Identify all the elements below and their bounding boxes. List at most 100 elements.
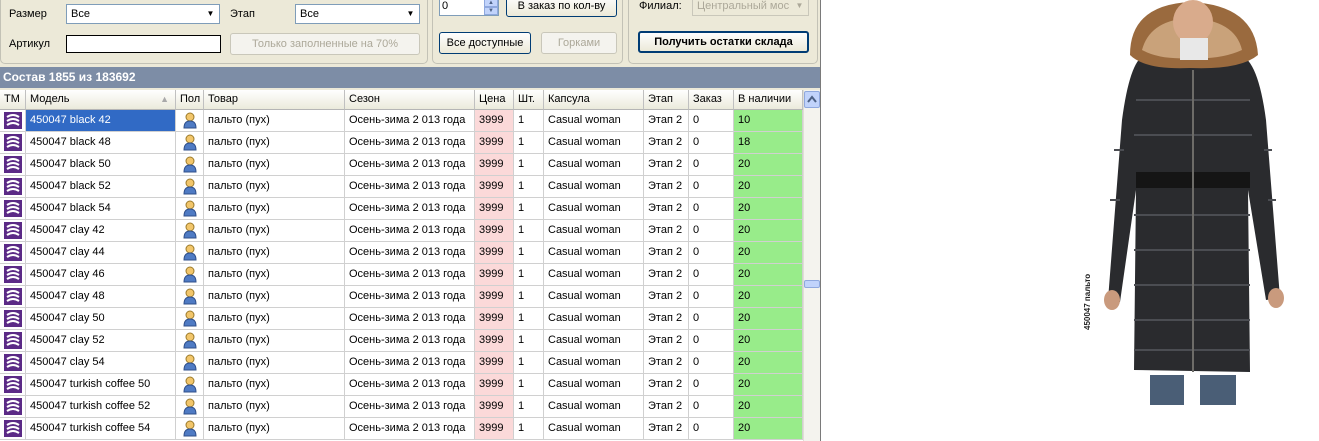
table-row[interactable]: 450047 clay 46 пальто (пух) Осень-зима 2 0… bbox=[0, 264, 803, 286]
table-row[interactable]: 450047 clay 50 пальто (пух) Осень-зима 2 0… bbox=[0, 308, 803, 330]
cell-model[interactable]: 450047 black 54 bbox=[26, 198, 176, 220]
cell-capsule[interactable]: Casual woman bbox=[544, 154, 644, 176]
cell-season[interactable]: Осень-зима 2 013 года bbox=[345, 286, 475, 308]
column-header-model[interactable]: Модель ▲ bbox=[26, 90, 176, 110]
cell-gender[interactable] bbox=[176, 374, 204, 396]
cell-stock[interactable]: 20 bbox=[734, 286, 803, 308]
cell-tm[interactable] bbox=[0, 154, 26, 176]
cell-season[interactable]: Осень-зима 2 013 года bbox=[345, 308, 475, 330]
cell-stage[interactable]: Этап 2 bbox=[644, 220, 689, 242]
cell-model[interactable]: 450047 clay 52 bbox=[26, 330, 176, 352]
cell-qty[interactable]: 1 bbox=[514, 110, 544, 132]
cell-stage[interactable]: Этап 2 bbox=[644, 132, 689, 154]
cell-qty[interactable]: 1 bbox=[514, 198, 544, 220]
cell-capsule[interactable]: Casual woman bbox=[544, 110, 644, 132]
cell-qty[interactable]: 1 bbox=[514, 264, 544, 286]
cell-stage[interactable]: Этап 2 bbox=[644, 110, 689, 132]
cell-tm[interactable] bbox=[0, 176, 26, 198]
column-header-stage[interactable]: Этап bbox=[644, 90, 689, 110]
cell-stock[interactable]: 20 bbox=[734, 220, 803, 242]
cell-price[interactable]: 3999 bbox=[475, 330, 514, 352]
cell-tm[interactable] bbox=[0, 418, 26, 440]
cell-capsule[interactable]: Casual woman bbox=[544, 374, 644, 396]
cell-stage[interactable]: Этап 2 bbox=[644, 396, 689, 418]
cell-product[interactable]: пальто (пух) bbox=[204, 132, 345, 154]
table-row[interactable]: 450047 clay 42 пальто (пух) Осень-зима 2 0… bbox=[0, 220, 803, 242]
table-row[interactable]: 450047 clay 52 пальто (пух) Осень-зима 2 0… bbox=[0, 330, 803, 352]
cell-stock[interactable]: 20 bbox=[734, 176, 803, 198]
cell-model[interactable]: 450047 black 42 bbox=[26, 110, 176, 132]
cell-tm[interactable] bbox=[0, 396, 26, 418]
cell-gender[interactable] bbox=[176, 198, 204, 220]
table-row[interactable]: 450047 clay 44 пальто (пух) Осень-зима 2 0… bbox=[0, 242, 803, 264]
cell-product[interactable]: пальто (пух) bbox=[204, 264, 345, 286]
column-header-qty[interactable]: Шт. bbox=[514, 90, 544, 110]
cell-model[interactable]: 450047 turkish coffee 54 bbox=[26, 418, 176, 440]
cell-stage[interactable]: Этап 2 bbox=[644, 418, 689, 440]
cell-gender[interactable] bbox=[176, 352, 204, 374]
cell-product[interactable]: пальто (пух) bbox=[204, 176, 345, 198]
cell-order[interactable]: 0 bbox=[689, 132, 734, 154]
cell-price[interactable]: 3999 bbox=[475, 352, 514, 374]
cell-order[interactable]: 0 bbox=[689, 176, 734, 198]
cell-product[interactable]: пальто (пух) bbox=[204, 286, 345, 308]
cell-qty[interactable]: 1 bbox=[514, 242, 544, 264]
slides-button[interactable]: Горками bbox=[541, 32, 617, 54]
column-header-price[interactable]: Цена bbox=[475, 90, 514, 110]
article-input[interactable] bbox=[66, 35, 221, 53]
cell-capsule[interactable]: Casual woman bbox=[544, 198, 644, 220]
cell-qty[interactable]: 1 bbox=[514, 418, 544, 440]
cell-model[interactable]: 450047 black 52 bbox=[26, 176, 176, 198]
cell-model[interactable]: 450047 clay 50 bbox=[26, 308, 176, 330]
table-row[interactable]: 450047 black 50 пальто (пух) Осень-зима 2 … bbox=[0, 154, 803, 176]
table-row[interactable]: 450047 turkish coffee 54 пальто (пух) Осен… bbox=[0, 418, 803, 440]
table-row[interactable]: 450047 clay 48 пальто (пух) Осень-зима 2 0… bbox=[0, 286, 803, 308]
cell-order[interactable]: 0 bbox=[689, 198, 734, 220]
cell-gender[interactable] bbox=[176, 220, 204, 242]
cell-capsule[interactable]: Casual woman bbox=[544, 396, 644, 418]
branch-select[interactable]: Центральный мос ▼ bbox=[692, 0, 809, 16]
cell-stock[interactable]: 20 bbox=[734, 418, 803, 440]
cell-price[interactable]: 3999 bbox=[475, 220, 514, 242]
cell-model[interactable]: 450047 clay 42 bbox=[26, 220, 176, 242]
stepper-down-icon[interactable]: ▼ bbox=[484, 7, 498, 15]
cell-product[interactable]: пальто (пух) bbox=[204, 418, 345, 440]
cell-product[interactable]: пальто (пух) bbox=[204, 352, 345, 374]
cell-season[interactable]: Осень-зима 2 013 года bbox=[345, 198, 475, 220]
cell-stage[interactable]: Этап 2 bbox=[644, 264, 689, 286]
scroll-thumb[interactable] bbox=[804, 280, 820, 288]
cell-capsule[interactable]: Casual woman bbox=[544, 308, 644, 330]
cell-price[interactable]: 3999 bbox=[475, 132, 514, 154]
cell-capsule[interactable]: Casual woman bbox=[544, 242, 644, 264]
cell-tm[interactable] bbox=[0, 308, 26, 330]
cell-gender[interactable] bbox=[176, 132, 204, 154]
table-row[interactable]: 450047 turkish coffee 50 пальто (пух) Осен… bbox=[0, 374, 803, 396]
cell-qty[interactable]: 1 bbox=[514, 330, 544, 352]
cell-qty[interactable]: 1 bbox=[514, 286, 544, 308]
cell-season[interactable]: Осень-зима 2 013 года bbox=[345, 374, 475, 396]
cell-model[interactable]: 450047 turkish coffee 50 bbox=[26, 374, 176, 396]
cell-order[interactable]: 0 bbox=[689, 330, 734, 352]
stepper-up-icon[interactable]: ▲ bbox=[484, 0, 498, 7]
cell-stock[interactable]: 20 bbox=[734, 396, 803, 418]
cell-price[interactable]: 3999 bbox=[475, 110, 514, 132]
size-select[interactable]: Все ▼ bbox=[66, 4, 220, 24]
cell-order[interactable]: 0 bbox=[689, 242, 734, 264]
cell-price[interactable]: 3999 bbox=[475, 418, 514, 440]
cell-gender[interactable] bbox=[176, 242, 204, 264]
cell-stage[interactable]: Этап 2 bbox=[644, 286, 689, 308]
cell-qty[interactable]: 1 bbox=[514, 132, 544, 154]
cell-product[interactable]: пальто (пух) bbox=[204, 242, 345, 264]
cell-gender[interactable] bbox=[176, 308, 204, 330]
cell-gender[interactable] bbox=[176, 154, 204, 176]
cell-order[interactable]: 0 bbox=[689, 154, 734, 176]
cell-product[interactable]: пальто (пух) bbox=[204, 220, 345, 242]
cell-product[interactable]: пальто (пух) bbox=[204, 198, 345, 220]
cell-tm[interactable] bbox=[0, 132, 26, 154]
cell-product[interactable]: пальто (пух) bbox=[204, 374, 345, 396]
cell-capsule[interactable]: Casual woman bbox=[544, 176, 644, 198]
cell-season[interactable]: Осень-зима 2 013 года bbox=[345, 110, 475, 132]
cell-season[interactable]: Осень-зима 2 013 года bbox=[345, 352, 475, 374]
cell-stock[interactable]: 20 bbox=[734, 154, 803, 176]
cell-stage[interactable]: Этап 2 bbox=[644, 176, 689, 198]
